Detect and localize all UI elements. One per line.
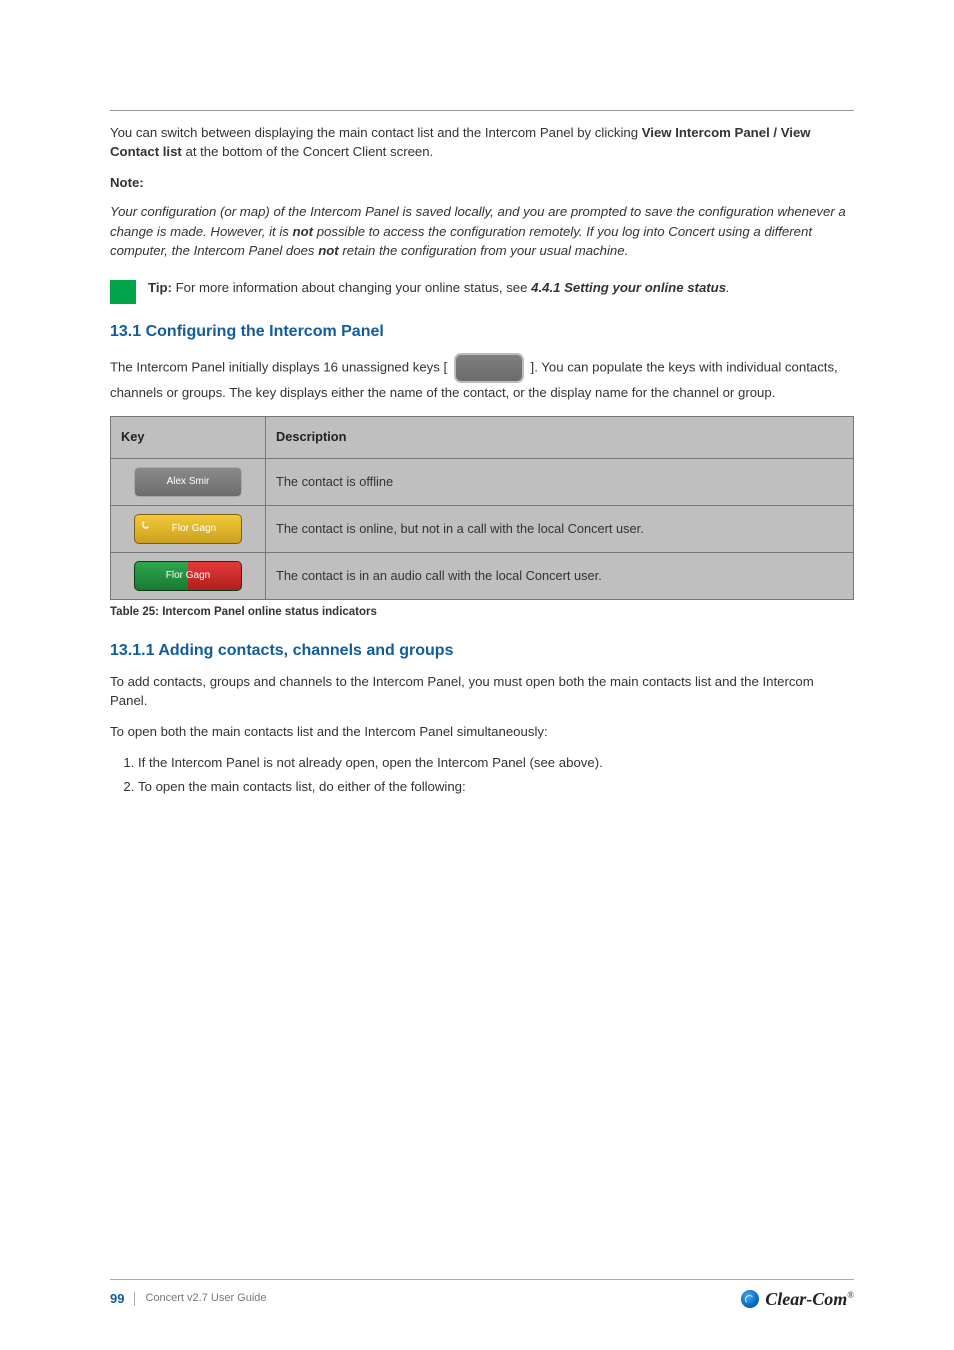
- note-label: Note:: [110, 175, 144, 190]
- status-table: Key Description Alex Smir The contact is…: [110, 416, 854, 600]
- unassigned-key-icon: [454, 353, 524, 383]
- key-online-idle-label: Flor Gagn: [172, 522, 216, 537]
- contacts-p1: To add contacts, groups and channels to …: [110, 672, 854, 710]
- section-contacts-heading: 13.1.1 Adding contacts, channels and gro…: [110, 639, 854, 662]
- intro-paragraph: You can switch between displaying the ma…: [110, 123, 854, 161]
- list-item: To open the main contacts list, do eithe…: [138, 777, 854, 796]
- key-offline-label: Alex Smir: [167, 475, 210, 490]
- contacts-steps: If the Intercom Panel is not already ope…: [138, 753, 854, 795]
- key-offline: Alex Smir: [134, 467, 242, 497]
- globe-icon: [741, 1290, 759, 1308]
- th-desc: Description: [266, 417, 854, 459]
- table-row: Flor Gagn The contact is in an audio cal…: [111, 553, 854, 600]
- tip-icon: [110, 280, 136, 304]
- table-row: Alex Smir The contact is offline: [111, 459, 854, 506]
- page-number: 99: [110, 1292, 135, 1306]
- brand-name: Clear-Com: [765, 1289, 847, 1309]
- configuring-paragraph: The Intercom Panel initially displays 16…: [110, 353, 854, 402]
- tip-row: Tip: For more information about changing…: [110, 278, 854, 304]
- intro-text-b: at the bottom of the Concert Client scre…: [185, 144, 433, 159]
- note-body-c: retain the configuration from your usual…: [339, 243, 629, 258]
- table-row: Flor Gagn The contact is online, but not…: [111, 506, 854, 553]
- key-in-call-label: Flor Gagn: [166, 569, 210, 584]
- note-body: Your configuration (or map) of the Inter…: [110, 202, 854, 259]
- note-not-2: not: [318, 243, 339, 258]
- key-in-call: Flor Gagn: [134, 561, 242, 591]
- handset-icon: [141, 520, 151, 530]
- table-caption: Table 25: Intercom Panel online status i…: [110, 604, 854, 621]
- tip-label: Tip:: [148, 280, 172, 295]
- note-not-1: not: [293, 224, 314, 239]
- list-item: If the Intercom Panel is not already ope…: [138, 753, 854, 772]
- tip-xref[interactable]: 4.4.1 Setting your online status: [531, 280, 726, 295]
- intro-text-a: You can switch between displaying the ma…: [110, 125, 642, 140]
- configuring-p-a: The Intercom Panel initially displays 16…: [110, 360, 451, 375]
- section-configuring-heading: 13.1 Configuring the Intercom Panel: [110, 320, 854, 343]
- tip-text: Tip: For more information about changing…: [148, 278, 730, 297]
- key-online-idle: Flor Gagn: [134, 514, 242, 544]
- contacts-p2: To open both the main contacts list and …: [110, 722, 854, 741]
- brand-text: Clear-Com®: [765, 1286, 854, 1312]
- top-divider: [110, 110, 854, 111]
- desc-offline: The contact is offline: [266, 459, 854, 506]
- brand-logo: Clear-Com®: [741, 1286, 854, 1312]
- desc-online-idle: The contact is online, but not in a call…: [266, 506, 854, 553]
- tip-body-b: .: [726, 280, 730, 295]
- tip-body-a: For more information about changing your…: [172, 280, 531, 295]
- page-footer: 99 Concert v2.7 User Guide Clear-Com®: [0, 1279, 954, 1312]
- desc-in-call: The contact is in an audio call with the…: [266, 553, 854, 600]
- footer-title: Concert v2.7 User Guide: [145, 1291, 266, 1307]
- registered-icon: ®: [847, 1290, 854, 1300]
- th-key: Key: [111, 417, 266, 459]
- note-line: Note:: [110, 173, 854, 192]
